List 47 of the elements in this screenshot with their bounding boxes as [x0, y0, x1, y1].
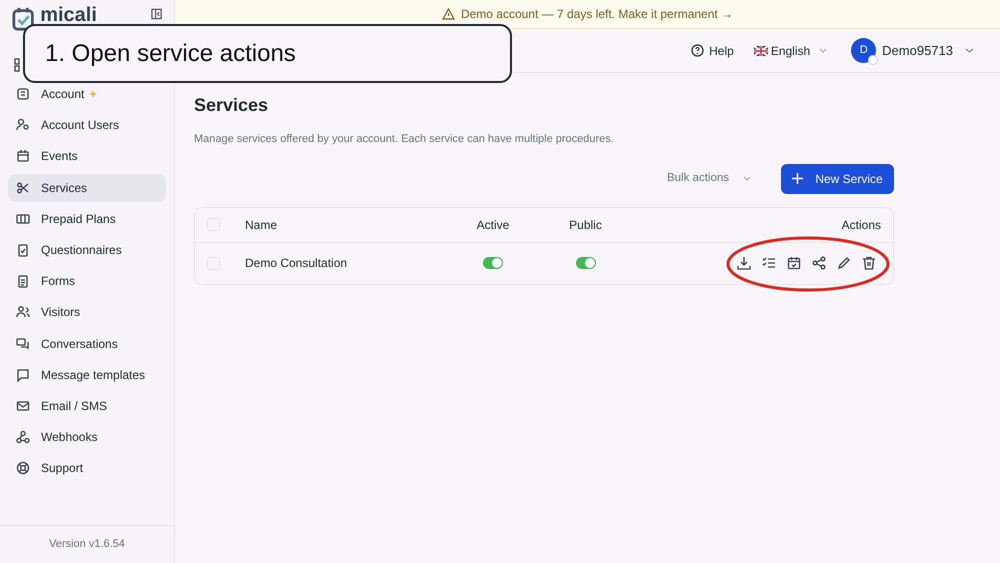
column-header: Public [568, 216, 603, 234]
chevron-down-icon [819, 48, 828, 53]
toggle-switch[interactable] [576, 257, 596, 269]
column-header: Actions [840, 216, 882, 234]
edit-icon[interactable] [837, 256, 851, 270]
language-select[interactable]: English [754, 42, 828, 60]
conversations-icon [16, 336, 30, 350]
plans-icon [16, 212, 30, 226]
chevron-down-icon [743, 176, 751, 181]
templates-icon [16, 368, 30, 382]
users-icon [16, 118, 30, 132]
version-text: Version v1.6.54 [49, 537, 125, 552]
forms-icon [16, 274, 30, 288]
delete-icon[interactable] [862, 256, 876, 270]
webhooks-icon [16, 430, 30, 444]
logo-text: micali [40, 6, 97, 24]
chevron-down-icon [965, 48, 974, 53]
services-icon [16, 180, 30, 195]
column-header: Name [245, 216, 278, 234]
support-icon [16, 461, 30, 476]
help-button[interactable]: Help [691, 42, 734, 60]
page-title: Services [194, 94, 270, 117]
checklist-icon[interactable] [762, 256, 776, 270]
help-icon [691, 44, 704, 57]
avatar: D [851, 38, 876, 63]
visitors-icon [16, 305, 30, 320]
account-icon [16, 87, 30, 101]
email-icon [16, 398, 30, 413]
column-header: Active [476, 216, 510, 234]
flag-icon [754, 46, 768, 56]
user-menu[interactable]: D Demo95713 [851, 38, 974, 63]
bulk-actions-select[interactable]: Bulk actions [658, 164, 759, 194]
collapse-sidebar-icon[interactable] [150, 8, 162, 20]
events-icon [16, 149, 30, 164]
download-icon[interactable] [737, 256, 751, 270]
page-description: Manage services offered by your account. Each service can have multiple procedures. [194, 132, 615, 147]
warning-icon [442, 8, 455, 20]
new-service-button[interactable]: New Service [781, 164, 894, 194]
toggle-switch[interactable] [483, 257, 503, 269]
logo-icon [12, 6, 34, 32]
questionnaires-icon [16, 242, 30, 257]
plus-icon [792, 173, 804, 184]
share-icon[interactable] [812, 256, 826, 270]
calendar-check-icon[interactable] [787, 256, 801, 270]
callout-text: 1. Open service actions [45, 38, 296, 68]
table-cell-text: Demo Consultation [245, 255, 348, 272]
sidebar-item[interactable]: Services [8, 174, 166, 202]
